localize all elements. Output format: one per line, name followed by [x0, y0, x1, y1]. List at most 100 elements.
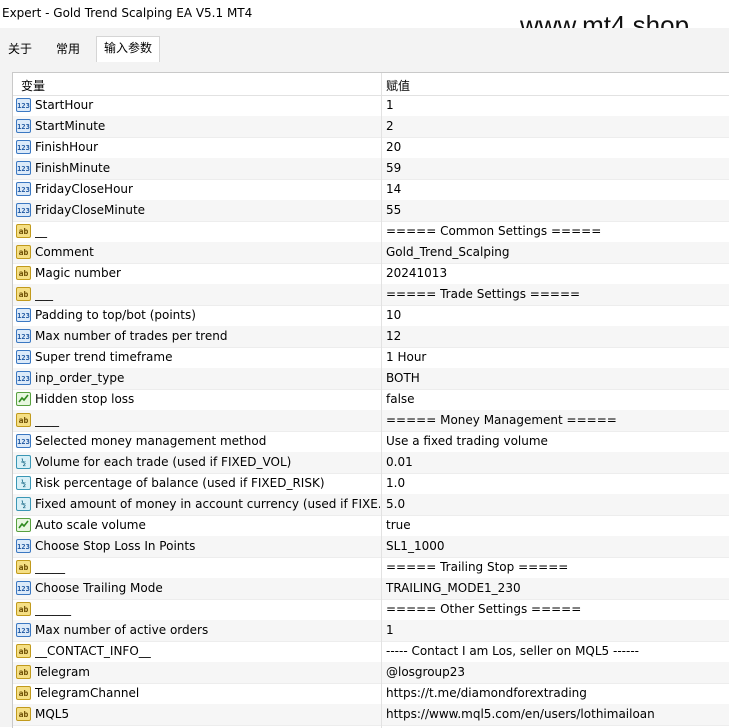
table-row[interactable]: ab ______ ===== Other Settings ===== [13, 599, 729, 621]
column-header-variable[interactable]: 变量 [21, 77, 45, 94]
parameter-name: MQL5 [35, 707, 70, 721]
parameter-value[interactable]: ===== Trailing Stop ===== [386, 560, 568, 574]
parameter-value[interactable]: Gold_Trend_Scalping [386, 245, 510, 259]
table-row[interactable]: 123 Choose Trailing Mode TRAILING_MODE1_23… [13, 578, 729, 600]
parameter-value[interactable]: @losgroup23 [386, 665, 465, 679]
table-row[interactable]: 123 Choose Stop Loss In Points SL1_1000 [13, 536, 729, 558]
tab-inputs[interactable]: 输入参数 [96, 36, 160, 64]
parameter-value[interactable]: 10 [386, 308, 401, 322]
parameter-name: FridayCloseHour [35, 182, 133, 196]
table-row[interactable]: 123 FinishMinute 59 [13, 158, 729, 180]
parameter-name: Hidden stop loss [35, 392, 135, 406]
int-icon: 123 [16, 539, 31, 553]
parameter-value[interactable]: ===== Money Management ===== [386, 413, 617, 427]
inputs-panel: 变量 赋值 123 StartHour 1 123 StartMinute 2 123 Fin… [0, 62, 729, 728]
bool-icon [16, 518, 31, 532]
double-icon: ½ [16, 476, 31, 490]
parameter-value[interactable]: TRAILING_MODE1_230 [386, 581, 521, 595]
tab-about[interactable]: 关于 [4, 38, 36, 62]
table-row[interactable]: 123 Selected money management method Use a… [13, 431, 729, 453]
table-row[interactable]: ab _____ ===== Trailing Stop ===== [13, 557, 729, 579]
parameter-value[interactable]: 20 [386, 140, 401, 154]
parameter-value[interactable]: https://www.mql5.com/en/users/lothimailo… [386, 707, 655, 721]
table-row[interactable]: 123 inp_order_type BOTH [13, 368, 729, 390]
parameter-value[interactable]: BOTH [386, 371, 420, 385]
table-row[interactable]: ½ Risk percentage of balance (used if FIX… [13, 473, 729, 495]
table-row[interactable]: ½ Volume for each trade (used if FIXED_VO… [13, 452, 729, 474]
parameter-value[interactable]: 0.01 [386, 455, 413, 469]
tab-bar: 关于 常用 输入参数 [0, 28, 729, 64]
table-row[interactable]: Hidden stop loss false [13, 389, 729, 411]
parameter-value[interactable]: ===== Other Settings ===== [386, 602, 581, 616]
table-row[interactable]: ab Comment Gold_Trend_Scalping [13, 242, 729, 264]
table-row[interactable]: ab Magic number 20241013 [13, 263, 729, 285]
parameter-name: StartMinute [35, 119, 106, 133]
parameter-value[interactable]: https://t.me/diamondforextrading [386, 686, 587, 700]
window-title: Expert - Gold Trend Scalping EA V5.1 MT4 [2, 6, 253, 20]
table-row[interactable]: 123 Padding to top/bot (points) 10 [13, 305, 729, 327]
table-row[interactable]: 123 Super trend timeframe 1 Hour [13, 347, 729, 369]
parameter-value[interactable]: 59 [386, 161, 401, 175]
table-header: 变量 赋值 [13, 73, 729, 96]
parameter-name: Padding to top/bot (points) [35, 308, 196, 322]
string-icon: ab [16, 224, 31, 238]
table-row[interactable]: ab __ ===== Common Settings ===== [13, 221, 729, 243]
table-row[interactable]: Auto scale volume true [13, 515, 729, 537]
string-icon: ab [16, 245, 31, 259]
table-row[interactable]: 123 StartHour 1 [13, 95, 729, 117]
parameter-value[interactable]: 12 [386, 329, 401, 343]
parameter-name: Super trend timeframe [35, 350, 173, 364]
table-row[interactable]: ab TelegramChannel https://t.me/diamondfor… [13, 683, 729, 705]
int-icon: 123 [16, 161, 31, 175]
parameter-value[interactable]: Use a fixed trading volume [386, 434, 548, 448]
column-header-value[interactable]: 赋值 [386, 77, 410, 94]
int-icon: 123 [16, 98, 31, 112]
parameter-value[interactable]: ----- Contact I am Los, seller on MQL5 -… [386, 644, 639, 658]
string-icon: ab [16, 644, 31, 658]
parameter-name: Choose Stop Loss In Points [35, 539, 196, 553]
parameter-name: Auto scale volume [35, 518, 146, 532]
table-row[interactable]: 123 Max number of active orders 1 [13, 620, 729, 642]
tab-common[interactable]: 常用 [50, 38, 86, 62]
table-row[interactable]: 123 StartMinute 2 [13, 116, 729, 138]
window-titlebar: Expert - Gold Trend Scalping EA V5.1 MT4… [0, 0, 729, 40]
double-icon: ½ [16, 455, 31, 469]
table-row[interactable]: ab __CONTACT_INFO__ ----- Contact I am Los… [13, 641, 729, 663]
table-row[interactable]: 123 FridayCloseMinute 55 [13, 200, 729, 222]
parameter-value[interactable]: 1 [386, 98, 394, 112]
table-row[interactable]: 123 FridayCloseHour 14 [13, 179, 729, 201]
bool-icon [16, 392, 31, 406]
parameter-name: __ [35, 224, 47, 238]
parameter-value[interactable]: 20241013 [386, 266, 447, 280]
table-row[interactable]: ab MQL5 https://www.mql5.com/en/users/loth… [13, 704, 729, 726]
parameter-value[interactable]: false [386, 392, 415, 406]
int-icon: 123 [16, 623, 31, 637]
table-row[interactable]: 123 FinishHour 20 [13, 137, 729, 159]
string-icon: ab [16, 560, 31, 574]
parameter-value[interactable]: 5.0 [386, 497, 405, 511]
parameter-name: Comment [35, 245, 94, 259]
parameter-name: Choose Trailing Mode [35, 581, 163, 595]
parameter-name: _____ [35, 560, 65, 574]
int-icon: 123 [16, 203, 31, 217]
parameter-value[interactable]: SL1_1000 [386, 539, 444, 553]
table-row[interactable]: ab ____ ===== Money Management ===== [13, 410, 729, 432]
parameter-value[interactable]: true [386, 518, 411, 532]
table-row[interactable]: ab Telegram @losgroup23 [13, 662, 729, 684]
parameter-name: TelegramChannel [35, 686, 140, 700]
int-icon: 123 [16, 182, 31, 196]
parameter-value[interactable]: 55 [386, 203, 401, 217]
parameter-value[interactable]: 1 Hour [386, 350, 426, 364]
parameter-value[interactable]: 14 [386, 182, 401, 196]
table-row[interactable]: 123 Max number of trades per trend 12 [13, 326, 729, 348]
parameter-value[interactable]: 1 [386, 623, 394, 637]
parameter-value[interactable]: ===== Common Settings ===== [386, 224, 601, 238]
table-row[interactable]: ab ___ ===== Trade Settings ===== [13, 284, 729, 306]
column-divider[interactable] [381, 73, 382, 728]
parameter-value[interactable]: 2 [386, 119, 394, 133]
int-icon: 123 [16, 350, 31, 364]
string-icon: ab [16, 707, 31, 721]
parameter-value[interactable]: ===== Trade Settings ===== [386, 287, 580, 301]
table-row[interactable]: ½ Fixed amount of money in account curren… [13, 494, 729, 516]
parameter-value[interactable]: 1.0 [386, 476, 405, 490]
